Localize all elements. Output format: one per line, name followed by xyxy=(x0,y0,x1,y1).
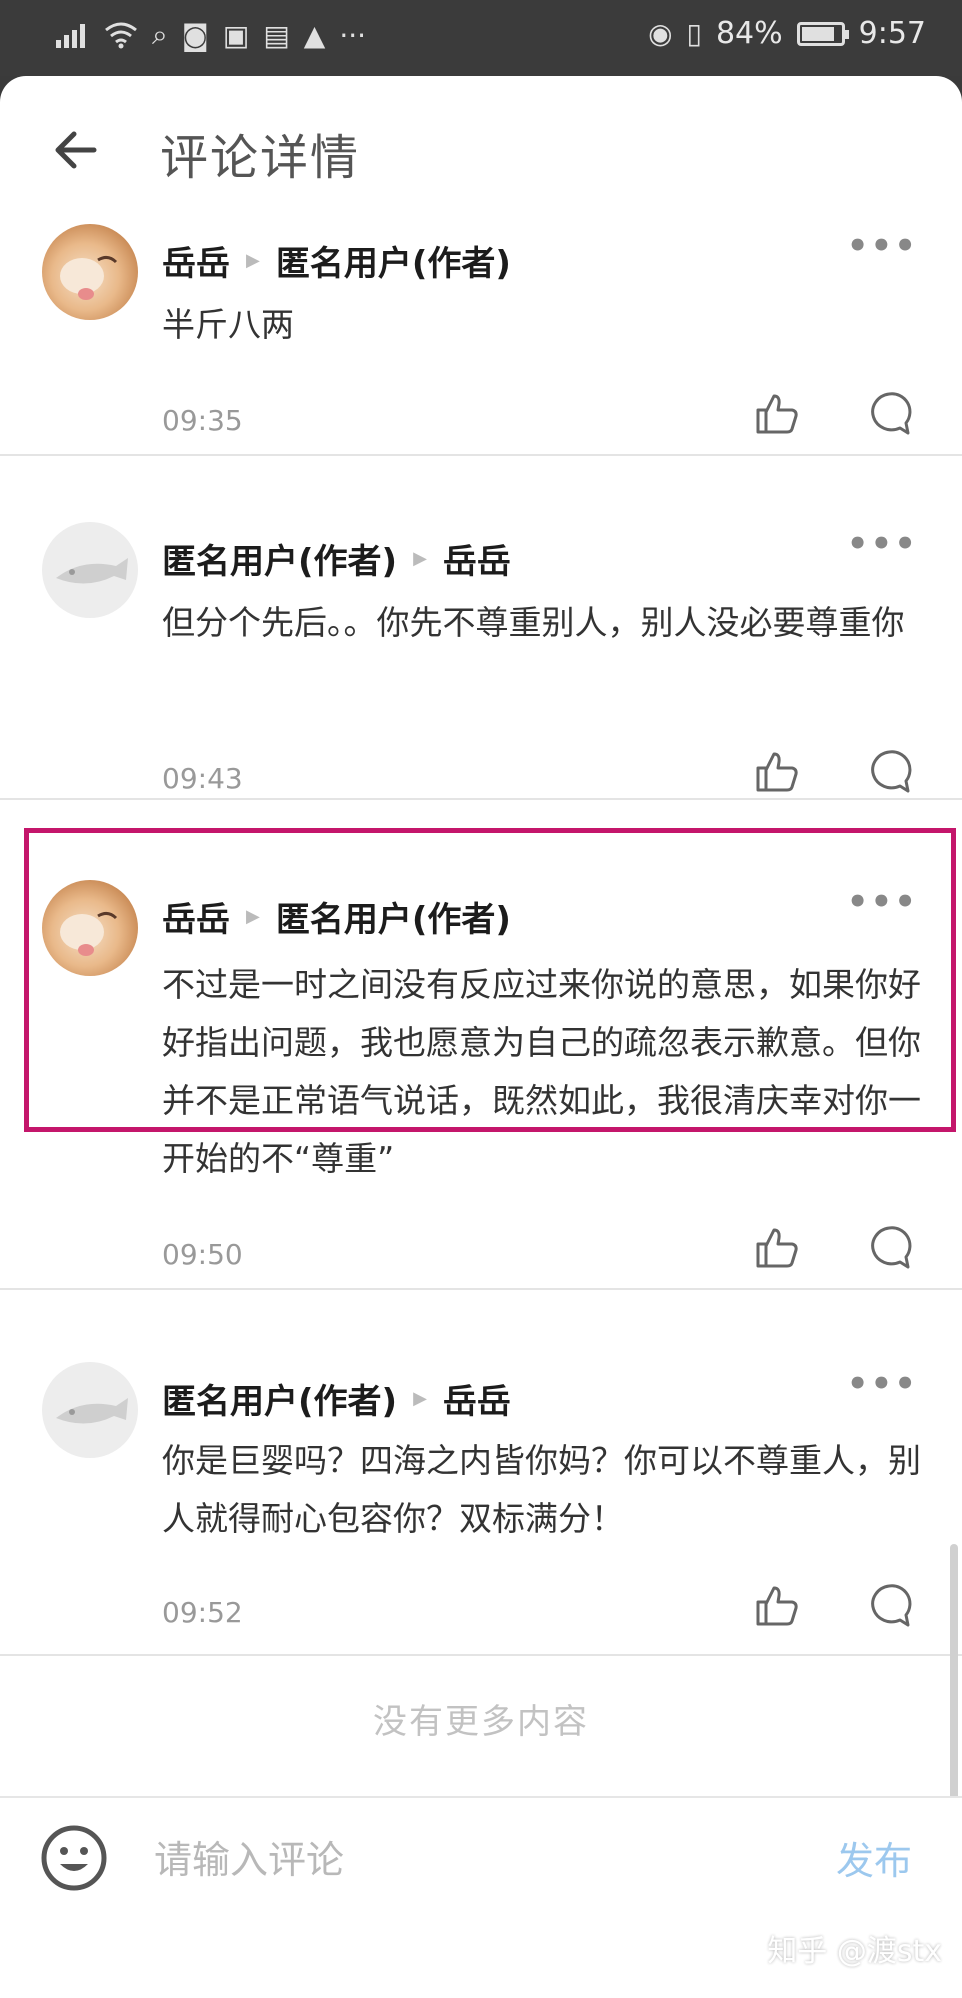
reply-target[interactable]: 匿名用户(作者) xyxy=(276,236,511,285)
no-more-content: 没有更多内容 xyxy=(373,1702,589,1742)
reply-bubble-icon[interactable] xyxy=(866,748,912,794)
comment-header: 匿名用户(作者) ▶ 岳岳 xyxy=(162,1374,511,1423)
twitter-icon: ▣ xyxy=(222,18,250,52)
wifi-icon xyxy=(105,22,137,49)
status-bar-left: ⌕ ◙ ▣ ▤ ▲ ··· xyxy=(56,18,366,52)
eye-icon: ◉ xyxy=(648,17,673,50)
signal-icon xyxy=(56,24,85,48)
more-options-icon[interactable]: ••• xyxy=(847,524,918,564)
reply-target[interactable]: 岳岳 xyxy=(443,534,511,583)
comment-text: 但分个先后。。你先不尊重别人，别人没必要尊重你 xyxy=(162,603,905,642)
highlight-box xyxy=(24,828,956,1132)
vibrate-icon: ▯ xyxy=(686,17,702,50)
reply-bubble-icon[interactable] xyxy=(866,1582,912,1628)
more-notifications-icon: ··· xyxy=(339,18,367,52)
comment-text: 你是巨婴吗？四海之内皆你妈？你可以不尊重人，别人就得耐心包容你？双标满分！ xyxy=(162,1441,921,1538)
battery-icon xyxy=(796,21,849,46)
like-icon[interactable] xyxy=(754,1582,800,1628)
status-bar-right: ◉ ▯ 84% 9:57 xyxy=(648,16,926,51)
comment-header: 岳岳 ▶ 匿名用户(作者) xyxy=(162,236,511,285)
like-icon[interactable] xyxy=(754,748,800,794)
comment-time: 09:43 xyxy=(162,762,243,795)
comment-text: 半斤八两 xyxy=(162,305,294,344)
battery-fill xyxy=(801,26,834,41)
watermark: 知乎 @渡stx xyxy=(767,1934,942,1969)
more-options-icon[interactable]: ••• xyxy=(847,1364,918,1404)
reply-arrow-icon: ▶ xyxy=(413,1388,427,1409)
reply-bubble-icon[interactable] xyxy=(866,1224,912,1270)
comment-author[interactable]: 匿名用户(作者) xyxy=(162,1374,397,1423)
back-arrow-icon[interactable] xyxy=(48,122,104,178)
like-icon[interactable] xyxy=(754,390,800,436)
status-bar: ⌕ ◙ ▣ ▤ ▲ ··· ◉ ▯ 84% 9:57 xyxy=(0,0,962,76)
avatar[interactable] xyxy=(42,1362,138,1458)
reply-bubble-icon[interactable] xyxy=(866,390,912,436)
comment-author[interactable]: 岳岳 xyxy=(162,236,230,285)
like-icon[interactable] xyxy=(754,1224,800,1270)
page-title: 评论详情 xyxy=(160,130,361,186)
comment-time: 09:50 xyxy=(162,1238,243,1271)
battery-percent: 84% xyxy=(715,16,783,51)
comment-input[interactable] xyxy=(152,1824,776,1896)
comment-header: 匿名用户(作者) ▶ 岳岳 xyxy=(162,534,511,583)
warning-icon: ▲ xyxy=(303,18,326,52)
avatar[interactable] xyxy=(42,522,138,618)
reply-arrow-icon: ▶ xyxy=(246,250,260,271)
message-icon: ▤ xyxy=(263,18,290,52)
comment-time: 09:35 xyxy=(162,404,243,437)
publish-button[interactable]: 发布 xyxy=(836,1830,912,1885)
comment-input-bar: 发布 xyxy=(0,1796,962,1924)
emoji-icon[interactable] xyxy=(40,1824,108,1892)
avatar[interactable] xyxy=(42,224,138,320)
wechat-icon: ◙ xyxy=(181,18,209,52)
more-options-icon[interactable]: ••• xyxy=(847,226,918,266)
comment-author[interactable]: 匿名用户(作者) xyxy=(162,534,397,583)
comment-time: 09:52 xyxy=(162,1596,243,1629)
search-icon: ⌕ xyxy=(152,18,168,51)
reply-target[interactable]: 岳岳 xyxy=(443,1374,511,1423)
reply-arrow-icon: ▶ xyxy=(413,548,427,569)
clock: 9:57 xyxy=(858,16,926,51)
